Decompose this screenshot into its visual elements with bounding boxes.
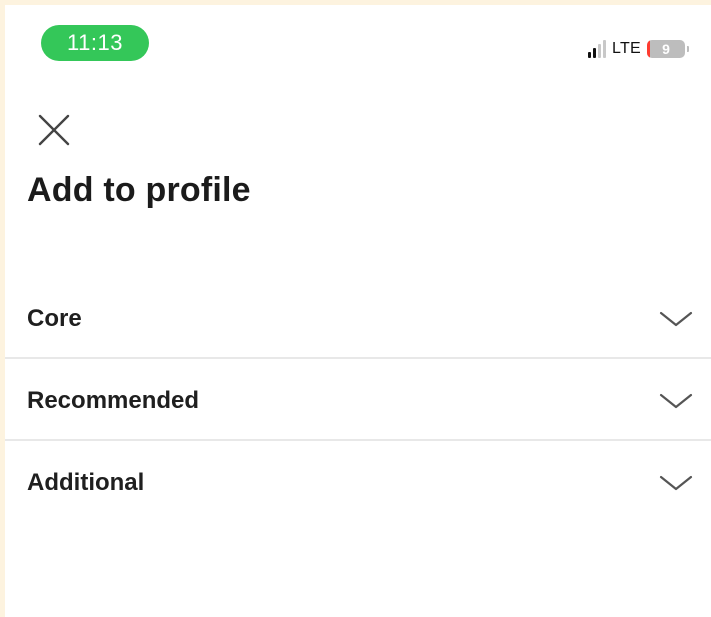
- page-title: Add to profile: [27, 171, 251, 209]
- chevron-down-icon: [659, 393, 693, 409]
- section-additional[interactable]: Additional: [5, 441, 711, 523]
- battery-level: 9: [662, 41, 670, 57]
- section-label: Core: [27, 305, 82, 332]
- battery-icon: 9: [647, 40, 685, 58]
- add-to-profile-screen: 11:13 LTE 9 Add to profile Core Recommen…: [5, 5, 711, 617]
- section-label: Recommended: [27, 387, 200, 414]
- close-button[interactable]: [35, 111, 73, 149]
- status-indicators: LTE 9: [587, 37, 689, 61]
- section-recommended[interactable]: Recommended: [5, 359, 711, 441]
- section-core[interactable]: Core: [5, 277, 711, 359]
- status-bar: 11:13 LTE 9: [5, 5, 711, 69]
- network-type: LTE: [611, 40, 641, 57]
- chevron-down-icon: [659, 311, 693, 327]
- battery-cap: [687, 46, 689, 52]
- signal-strength-icon: [587, 40, 606, 58]
- profile-sections-list: Core Recommended Additional: [5, 277, 711, 523]
- section-label: Additional: [27, 469, 145, 496]
- chevron-down-icon: [659, 475, 693, 491]
- status-time: 11:13: [41, 25, 149, 61]
- close-icon: [38, 114, 70, 146]
